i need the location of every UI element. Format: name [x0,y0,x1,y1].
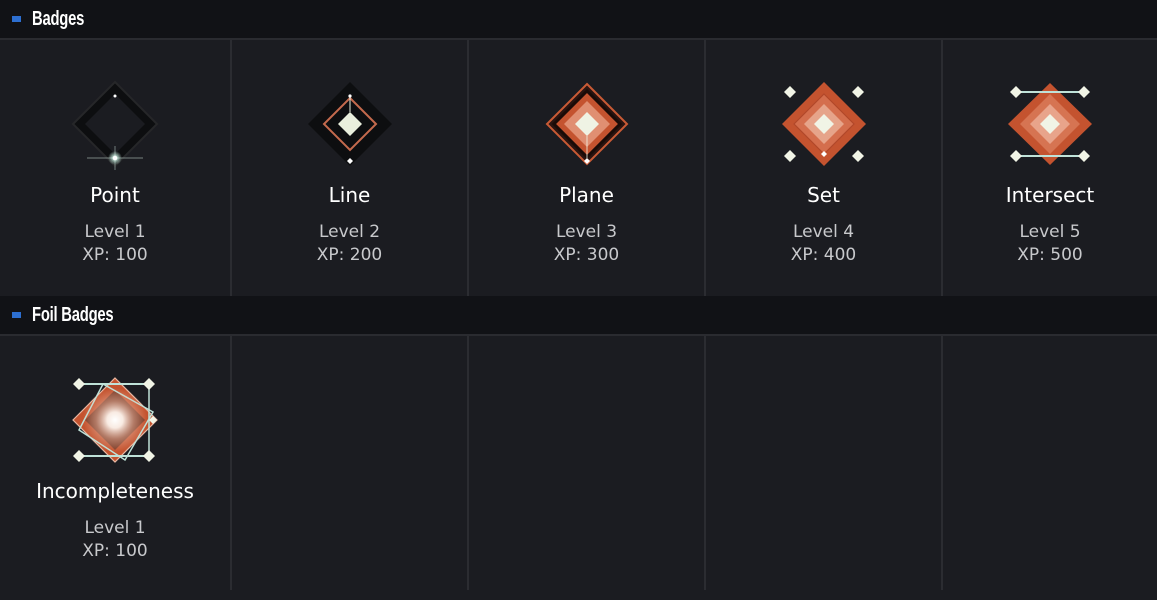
badge-plane-icon [545,82,628,166]
badges-section-header: Badges [0,0,1157,40]
badge-level: Level 1 [84,518,146,538]
badge-intersect-icon [1008,83,1092,165]
foil-badges-section: Foil Badges Incompleteness Level 1 XP: 1… [0,296,1157,590]
badge-card-set[interactable]: Set Level 4 XP: 400 [706,40,941,296]
badge-name: Plane [559,183,614,207]
badge-incompleteness-foil-icon [72,377,158,463]
badge-xp: XP: 100 [82,541,148,561]
section-marker [12,16,21,22]
badge-xp: XP: 400 [790,245,857,265]
badge-name: Intersect [1005,183,1095,207]
badge-set-icon [781,82,866,166]
badge-xp: XP: 300 [553,245,620,265]
empty-badge-slot [232,336,467,590]
empty-badge-slot [943,336,1157,590]
badge-card-intersect[interactable]: Intersect Level 5 XP: 500 [943,40,1157,296]
badge-level: Level 2 [318,222,381,242]
badge-level: Level 4 [792,222,855,242]
badge-xp: XP: 100 [82,245,148,265]
badge-level: Level 5 [1019,222,1081,242]
badge-level: Level 3 [555,222,618,242]
foil-badges-grid: Incompleteness Level 1 XP: 100 [0,336,1157,590]
badge-xp: XP: 200 [316,245,383,265]
empty-badge-slot [706,336,941,590]
badge-card-plane[interactable]: Plane Level 3 XP: 300 [469,40,704,296]
section-title: Foil Badges [32,303,114,326]
badges-grid: Point Level 1 XP: 100 Line Level 2 XP: 2… [0,40,1157,296]
section-title: Badges [32,7,85,30]
badge-name: Incompleteness [36,479,194,503]
badge-point-icon [71,80,159,170]
badge-name: Point [90,183,140,207]
empty-badge-slot [469,336,704,590]
badge-xp: XP: 500 [1017,245,1083,265]
badge-card-point[interactable]: Point Level 1 XP: 100 [0,40,230,296]
foil-badges-section-header: Foil Badges [0,296,1157,336]
section-marker [12,312,21,318]
badges-section: Badges Point Level 1 XP: 100 Line Level … [0,0,1157,296]
badge-card-incompleteness[interactable]: Incompleteness Level 1 XP: 100 [0,336,230,590]
badge-name: Set [807,183,840,207]
badge-level: Level 1 [84,222,146,242]
badge-name: Line [328,183,371,207]
badge-card-line[interactable]: Line Level 2 XP: 200 [232,40,467,296]
badge-line-icon [307,82,392,166]
